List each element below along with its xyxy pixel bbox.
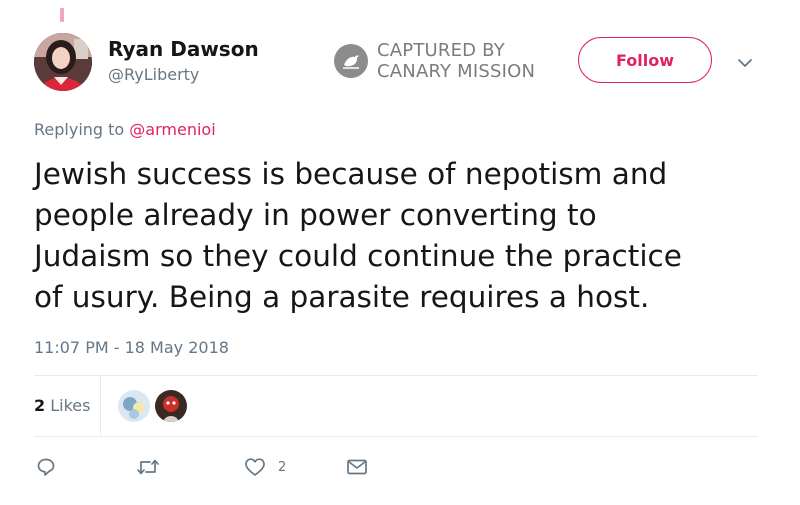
divider [34, 375, 758, 376]
watermark-line-1: CAPTURED BY [377, 40, 505, 61]
reply-icon [37, 458, 55, 476]
reply-button[interactable] [36, 457, 56, 477]
envelope-icon [347, 459, 367, 475]
reply-context: Replying to @armenioi [34, 120, 216, 139]
liker-avatar[interactable] [155, 390, 187, 422]
retweet-button[interactable] [136, 457, 160, 477]
stats-separator [100, 376, 101, 436]
avatar[interactable] [34, 33, 92, 91]
tweet-timestamp[interactable]: 11:07 PM - 18 May 2018 [34, 338, 229, 357]
reply-context-prefix: Replying to [34, 120, 125, 139]
heart-icon [245, 458, 265, 476]
canary-bird-icon [334, 44, 368, 78]
author-handle[interactable]: @RyLiberty [108, 65, 199, 84]
likes-count: 2 [34, 396, 46, 415]
like-button[interactable]: 2 [244, 457, 286, 477]
divider [34, 436, 758, 437]
top-edge-mark [60, 8, 64, 22]
likes-label: Likes [50, 396, 91, 415]
direct-message-button[interactable] [346, 457, 368, 477]
author-name[interactable]: Ryan Dawson [108, 37, 259, 61]
like-action-count: 2 [278, 459, 287, 475]
likes-stat[interactable]: 2 Likes [34, 396, 90, 415]
chevron-down-icon[interactable] [736, 54, 754, 67]
follow-button[interactable]: Follow [578, 37, 712, 83]
retweet-icon [137, 459, 159, 475]
liker-avatar[interactable] [118, 390, 150, 422]
watermark-text: CAPTURED BY CANARY MISSION [377, 40, 535, 82]
reply-mention-link[interactable]: @armenioi [129, 120, 215, 139]
canary-mission-watermark: CAPTURED BY CANARY MISSION [334, 40, 535, 82]
tweet-text: Jewish success is because of nepotism an… [34, 157, 682, 314]
watermark-line-2: CANARY MISSION [377, 61, 536, 82]
